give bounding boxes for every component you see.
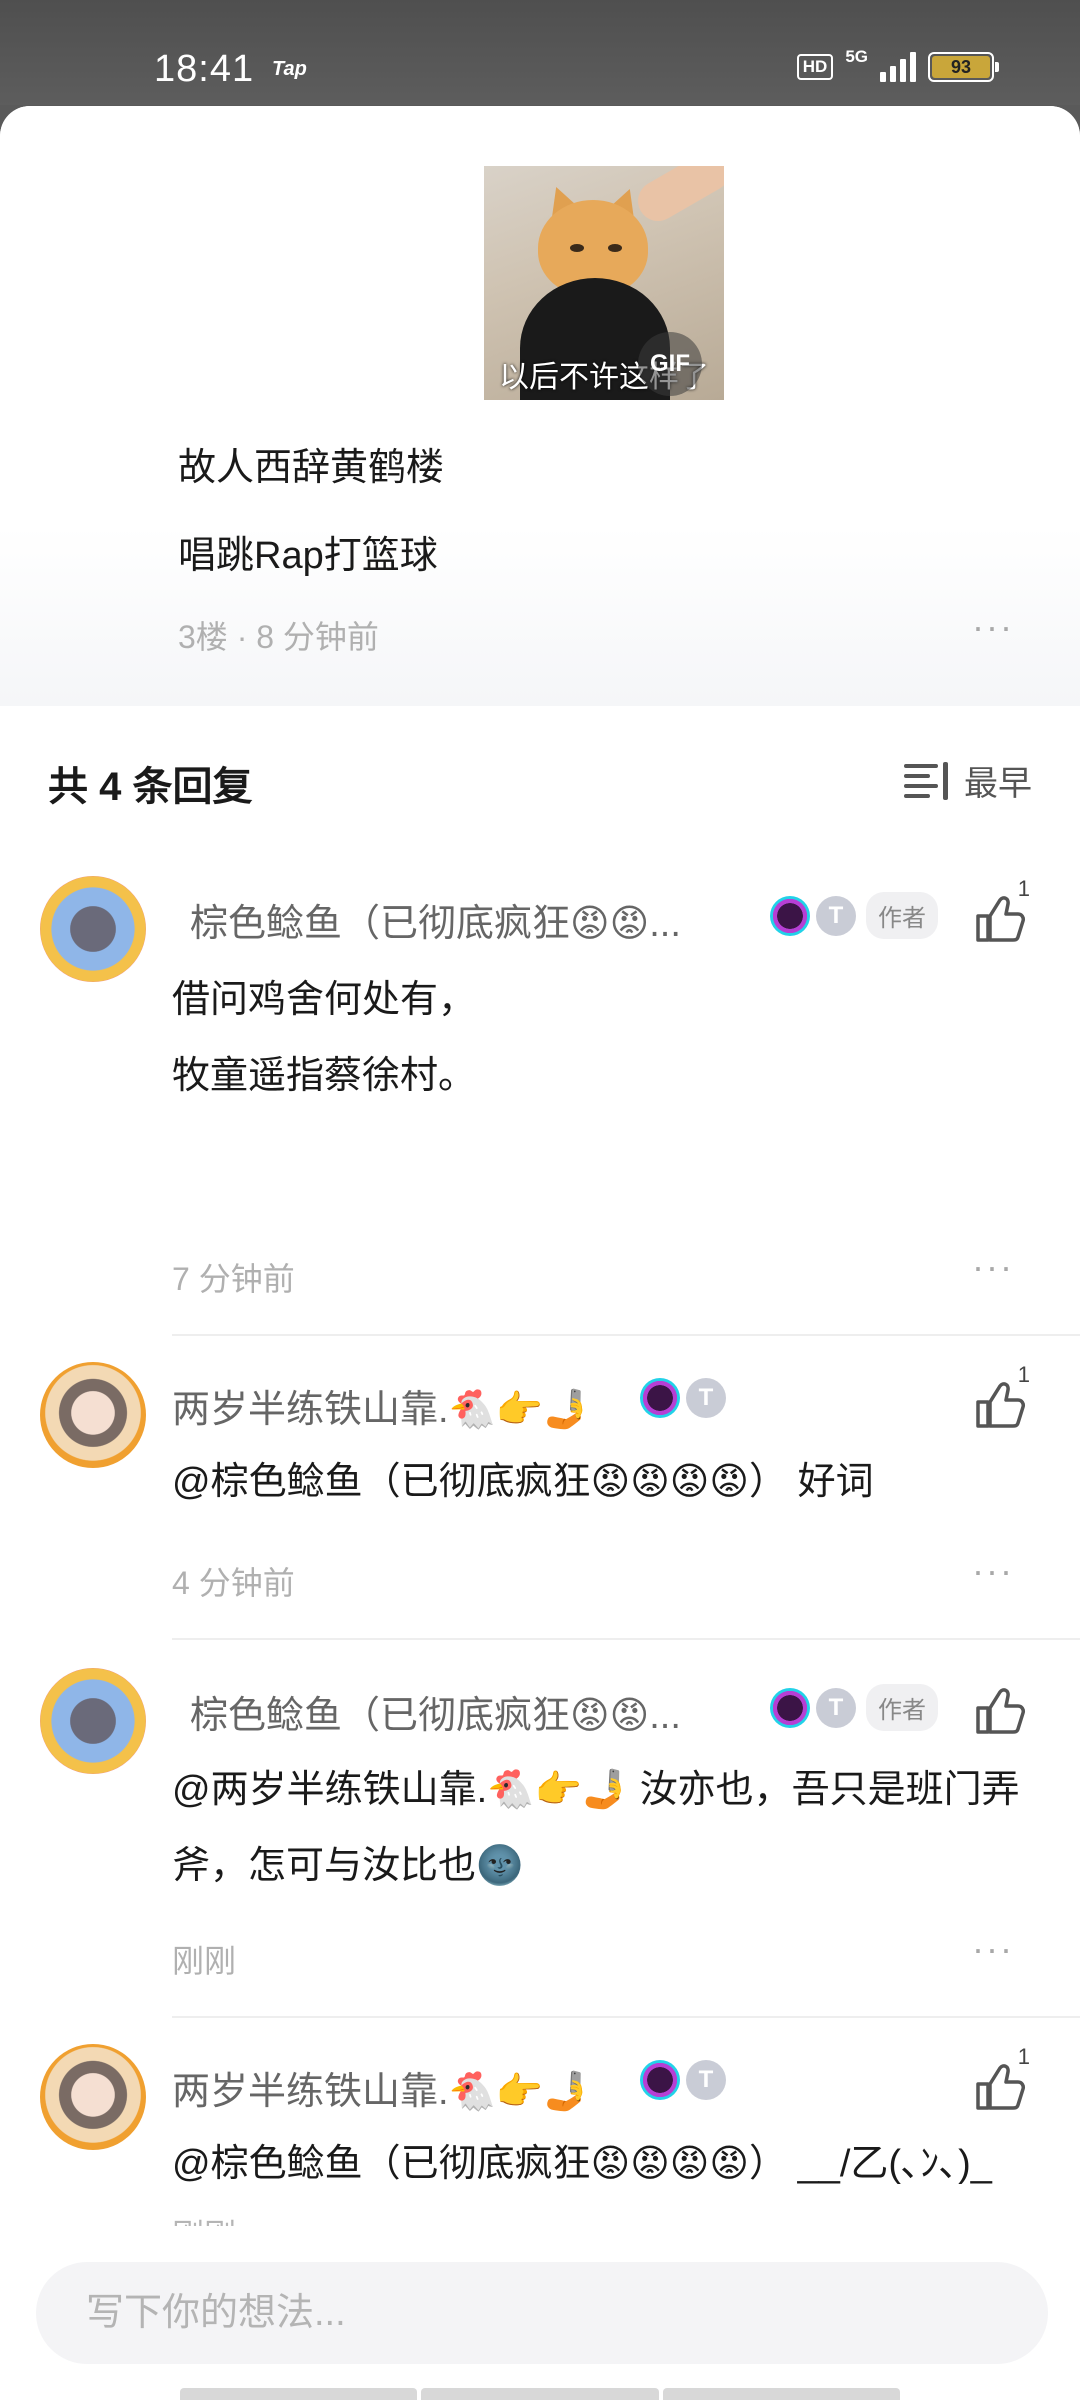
- hd-icon: HD: [796, 54, 834, 80]
- comment-input-bar: [0, 2226, 1080, 2400]
- comment-input[interactable]: [36, 2262, 1048, 2364]
- level-badge-icon: [770, 895, 810, 936]
- gif-badge: GIF: [638, 332, 702, 396]
- reply-username[interactable]: 棕色鲶鱼（已彻底疯狂😡😡...: [190, 892, 681, 947]
- cat-eye-right: [608, 244, 622, 252]
- like-icon[interactable]: [974, 1686, 1026, 1736]
- sort-label: 最早: [964, 765, 1032, 803]
- signal-icon: [880, 52, 916, 82]
- level-badge-icon: [770, 1687, 810, 1728]
- battery-icon: 93: [928, 52, 999, 82]
- t-badge-icon: T: [816, 1687, 856, 1728]
- more-options-icon[interactable]: ···: [972, 1928, 1014, 1970]
- gif-image[interactable]: 以后不许这样了 GIF: [484, 166, 724, 400]
- status-bar: 18:41 Tap HD 5G 93: [0, 0, 1080, 105]
- avatar[interactable]: [40, 876, 146, 982]
- divider: [172, 2016, 1080, 2018]
- main-comment-line: 故人西辞黄鹤楼: [178, 447, 445, 489]
- user-badges: T: [640, 2060, 726, 2100]
- more-options-icon[interactable]: ···: [972, 1550, 1014, 1592]
- main-comment-line: 唱跳Rap打篮球: [178, 535, 438, 577]
- network-type: 5G: [845, 47, 868, 66]
- divider: [172, 1334, 1080, 1336]
- avatar[interactable]: [40, 2044, 146, 2150]
- status-right-group: HD 5G 93: [796, 47, 999, 82]
- reply-text[interactable]: 借问鸡舍何处有， 牧童遥指蔡徐村。: [172, 962, 1032, 1114]
- main-comment: 以后不许这样了 GIF 故人西辞黄鹤楼 唱跳Rap打篮球 3楼 · 8 分钟前 …: [0, 106, 1080, 706]
- reply-time: 4 分钟前: [172, 1565, 295, 1601]
- sort-earliest-icon: [904, 761, 950, 800]
- user-badges: T: [640, 1378, 726, 1418]
- main-comment-meta: 3楼 · 8 分钟前: [178, 619, 379, 655]
- reply-text[interactable]: @棕色鲶鱼（已彻底疯狂😡😡😡😡） __/乙(､ﾝ､)_: [172, 2126, 1032, 2202]
- avatar[interactable]: [40, 1362, 146, 1468]
- more-options-icon[interactable]: ···: [972, 606, 1014, 648]
- author-tag: 作者: [866, 1684, 938, 1731]
- battery-level: 93: [932, 56, 990, 78]
- level-badge-icon: [640, 1378, 680, 1418]
- reply-time: 刚刚: [172, 1943, 237, 1979]
- like-count: 1: [1017, 876, 1030, 901]
- avatar[interactable]: [40, 1668, 146, 1774]
- user-badges: T 作者: [770, 1684, 938, 1731]
- comment-input-wrapper: [36, 2262, 1048, 2364]
- author-tag: 作者: [866, 892, 938, 939]
- more-options-icon[interactable]: ···: [972, 1246, 1014, 1288]
- status-app-indicator: Tap: [272, 58, 307, 80]
- divider: [172, 1638, 1080, 1640]
- reply-username[interactable]: 两岁半练铁山靠.🐔👉🤳: [172, 1378, 591, 1433]
- reply-username[interactable]: 棕色鲶鱼（已彻底疯狂😡😡...: [190, 1684, 681, 1739]
- sort-button[interactable]: 最早: [904, 756, 1032, 805]
- reply-time: 7 分钟前: [172, 1261, 295, 1297]
- reply-sheet: 以后不许这样了 GIF 故人西辞黄鹤楼 唱跳Rap打篮球 3楼 · 8 分钟前 …: [0, 106, 1080, 2400]
- level-badge-icon: [640, 2060, 680, 2100]
- cat-eye-left: [570, 244, 584, 252]
- reply-text[interactable]: @两岁半练铁山靠.🐔👉🤳 汝亦也，吾只是班门弄斧，怎可与汝比也🌚: [172, 1752, 1042, 1904]
- like-count: 1: [1017, 2044, 1030, 2069]
- system-nav-bar: [180, 2388, 900, 2400]
- reply-username[interactable]: 两岁半练铁山靠.🐔👉🤳: [172, 2060, 591, 2115]
- t-badge-icon: T: [686, 1378, 726, 1418]
- replies-count-title: 共 4 条回复: [48, 765, 253, 809]
- user-badges: T 作者: [770, 892, 938, 939]
- like-count: 1: [1017, 1362, 1030, 1387]
- reply-text[interactable]: @棕色鲶鱼（已彻底疯狂😡😡😡😡） 好词: [172, 1444, 1032, 1520]
- status-time: 18:41: [154, 48, 255, 90]
- t-badge-icon: T: [686, 2060, 726, 2100]
- t-badge-icon: T: [816, 895, 856, 936]
